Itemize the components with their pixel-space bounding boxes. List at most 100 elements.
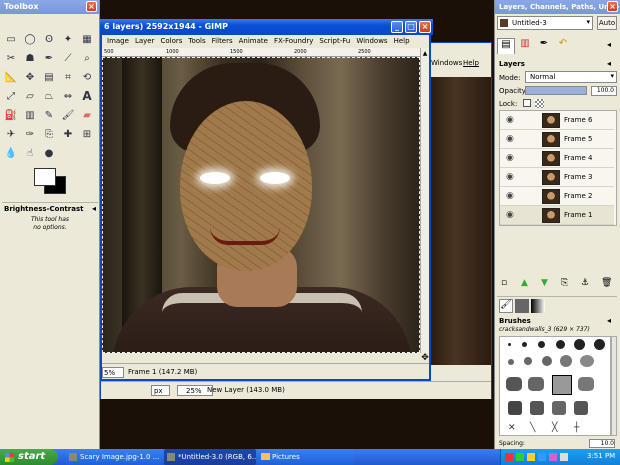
- blend-icon[interactable]: ▥: [23, 108, 37, 122]
- maximize-button[interactable]: □: [405, 21, 417, 33]
- layers-dock-close-button[interactable]: ×: [607, 1, 618, 12]
- tab-paths[interactable]: ✒: [535, 38, 553, 54]
- menu-windows[interactable]: Windows: [353, 36, 390, 47]
- rect-select-icon[interactable]: ▭: [4, 32, 18, 46]
- minimize-button[interactable]: _: [391, 21, 403, 33]
- eraser-icon[interactable]: ▰: [80, 108, 94, 122]
- layers-panel-menu-icon[interactable]: ◂: [607, 59, 611, 68]
- menu-tools[interactable]: Tools: [185, 36, 208, 47]
- new-layer-icon[interactable]: ▫: [501, 278, 507, 288]
- perspective-icon[interactable]: ⏢: [42, 89, 56, 103]
- brush-item-selected[interactable]: [552, 375, 572, 395]
- brush-item[interactable]: [524, 357, 532, 365]
- heal-icon[interactable]: ✚: [61, 127, 75, 141]
- scroll-up-icon[interactable]: ▲: [421, 50, 429, 60]
- menu-colors[interactable]: Colors: [157, 36, 185, 47]
- back-menu-windows[interactable]: Windows: [431, 59, 462, 67]
- airbrush-icon[interactable]: ✈: [4, 127, 18, 141]
- tab-patterns[interactable]: [515, 299, 529, 313]
- tab-layers[interactable]: ▤: [497, 38, 515, 54]
- tray-icon[interactable]: [549, 453, 557, 461]
- brushes-panel-menu-icon[interactable]: ◂: [607, 316, 611, 325]
- layer-row[interactable]: ◉ Frame 6: [500, 111, 614, 130]
- brush-item[interactable]: [574, 401, 588, 415]
- measure-icon[interactable]: 📐: [4, 70, 18, 84]
- rotate-icon[interactable]: ⟲: [80, 70, 94, 84]
- menu-image[interactable]: Image: [104, 36, 132, 47]
- layer-row[interactable]: ◉ Frame 1: [500, 206, 614, 225]
- paintbrush-icon[interactable]: 🖌: [61, 108, 75, 122]
- toolbox-titlebar[interactable]: Toolbox ×: [0, 0, 99, 14]
- align-icon[interactable]: ▤: [42, 70, 56, 84]
- eye-icon[interactable]: ◉: [506, 153, 514, 163]
- brush-item[interactable]: [580, 355, 594, 367]
- text-icon[interactable]: A: [80, 89, 94, 103]
- delete-layer-icon[interactable]: 🗑: [601, 278, 612, 288]
- color-swatches[interactable]: [32, 166, 70, 196]
- brush-item[interactable]: [560, 355, 572, 367]
- brush-item[interactable]: [530, 401, 544, 415]
- auto-button[interactable]: Auto: [597, 16, 617, 30]
- layer-row[interactable]: ◉ Frame 3: [500, 168, 614, 187]
- back-menu-help[interactable]: Help: [463, 59, 479, 67]
- menu-script-fu[interactable]: Script-Fu: [316, 36, 353, 47]
- foreground-color-swatch[interactable]: [34, 168, 56, 186]
- clone-icon[interactable]: ⎘: [42, 127, 56, 141]
- eye-icon[interactable]: ◉: [506, 172, 514, 182]
- brush-item[interactable]: [508, 401, 522, 415]
- image-window-titlebar[interactable]: 6 layers) 2592x1944 - GIMP _ □ ×: [100, 19, 433, 35]
- menu-animate[interactable]: Animate: [236, 36, 271, 47]
- taskbar-item-pictures[interactable]: Pictures: [258, 449, 354, 465]
- eye-icon[interactable]: ◉: [506, 134, 514, 144]
- brush-item[interactable]: [508, 359, 514, 365]
- duplicate-layer-icon[interactable]: ⎘: [561, 278, 568, 288]
- toolbox-close-button[interactable]: ×: [86, 1, 97, 12]
- brush-item[interactable]: [508, 343, 511, 346]
- spacing-value[interactable]: 10.0: [589, 439, 615, 448]
- tool-options-menu-icon[interactable]: ◂: [92, 204, 96, 213]
- pencil-icon[interactable]: ✎: [42, 108, 56, 122]
- brush-item[interactable]: ╲: [530, 423, 535, 433]
- vertical-scrollbar[interactable]: ▲: [420, 48, 429, 353]
- tray-icon[interactable]: [538, 453, 546, 461]
- tab-brushes[interactable]: 🖌: [499, 299, 513, 313]
- eye-icon[interactable]: ◉: [506, 115, 514, 125]
- color-select-icon[interactable]: ▦: [80, 32, 94, 46]
- brush-item[interactable]: [506, 377, 522, 391]
- raise-layer-icon[interactable]: ▲: [521, 278, 528, 288]
- dock-menu-icon[interactable]: ◂: [607, 40, 611, 49]
- smudge-icon[interactable]: ☝: [23, 146, 37, 160]
- brush-item[interactable]: [538, 341, 545, 348]
- layer-row[interactable]: ◉ Frame 2: [500, 187, 614, 206]
- taskbar-item-scary-image[interactable]: Scary Image.jpg-1.0 ...: [66, 449, 162, 465]
- move-icon[interactable]: ✥: [23, 70, 37, 84]
- tray-icon[interactable]: [505, 453, 513, 461]
- free-select-icon[interactable]: ʘ: [42, 32, 56, 46]
- foreground-select-icon[interactable]: ☗: [23, 51, 37, 65]
- image-canvas[interactable]: [102, 57, 420, 353]
- anchor-layer-icon[interactable]: ⚓: [581, 278, 589, 288]
- menu-fx-foundry[interactable]: FX-Foundry: [271, 36, 316, 47]
- opacity-slider[interactable]: [525, 86, 587, 95]
- brush-item[interactable]: ┼: [574, 423, 579, 433]
- color-picker-icon[interactable]: ⟋: [61, 51, 75, 65]
- zoom-select[interactable]: 5%: [102, 367, 125, 378]
- ellipse-select-icon[interactable]: ◯: [23, 32, 37, 46]
- layers-dock-titlebar[interactable]: Layers, Channels, Paths, Undo - ... ×: [495, 0, 620, 14]
- brush-item[interactable]: ╳: [552, 423, 557, 433]
- zoom-icon[interactable]: ⌕: [80, 51, 94, 65]
- layer-row[interactable]: ◉ Frame 4: [500, 149, 614, 168]
- crop-icon[interactable]: ⌗: [61, 70, 75, 84]
- tray-icon[interactable]: [516, 453, 524, 461]
- paths-icon[interactable]: ✒: [42, 51, 56, 65]
- brush-item[interactable]: [594, 339, 605, 350]
- blur-icon[interactable]: 💧: [4, 146, 18, 160]
- bucket-fill-icon[interactable]: ⛽: [4, 108, 18, 122]
- brush-item[interactable]: [578, 377, 594, 391]
- brush-item[interactable]: [574, 339, 585, 350]
- start-button[interactable]: start: [0, 449, 58, 465]
- image-selector[interactable]: Untitled-3 ▾: [497, 16, 593, 30]
- shear-icon[interactable]: ▱: [23, 89, 37, 103]
- brush-grid-scrollbar[interactable]: [611, 336, 617, 436]
- scissors-icon[interactable]: ✂: [4, 51, 18, 65]
